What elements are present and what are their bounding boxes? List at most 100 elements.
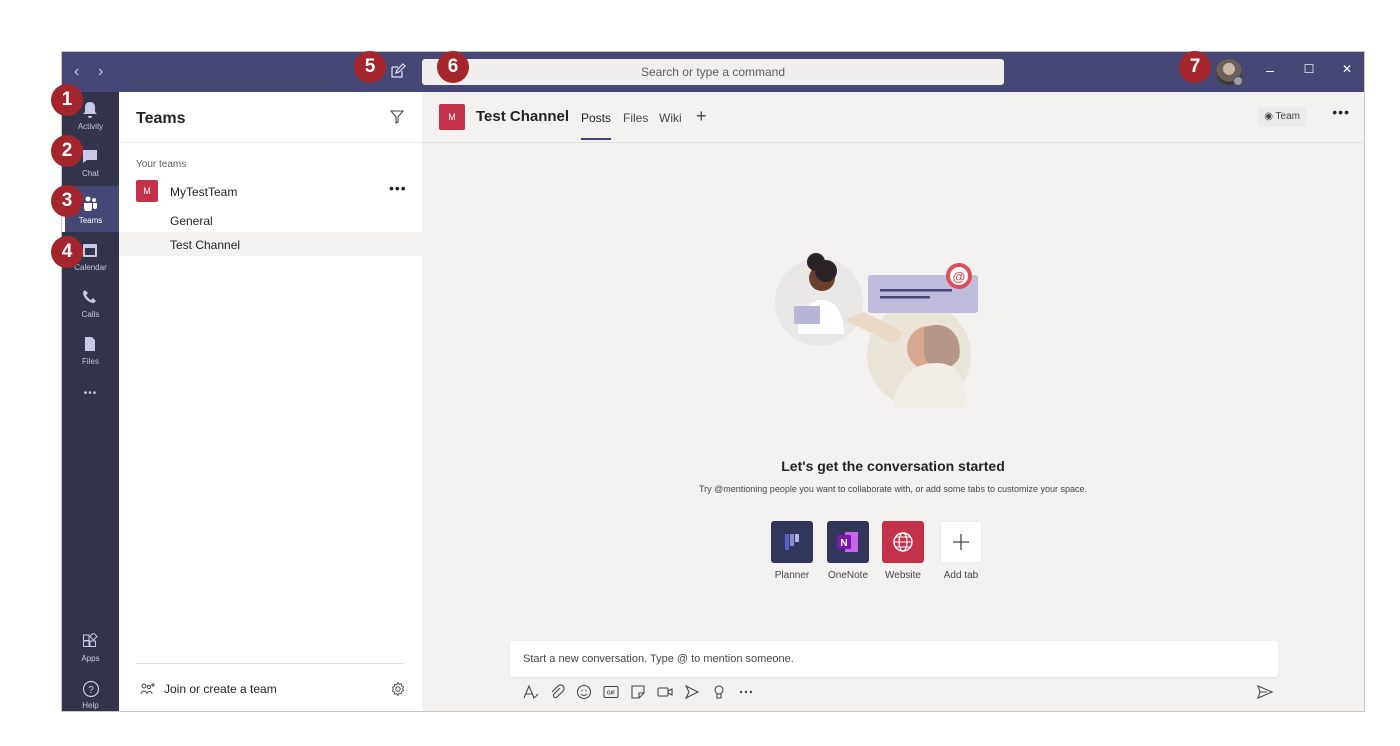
meet-now-icon[interactable] — [656, 683, 674, 701]
compose-icon[interactable] — [390, 63, 406, 79]
minimize-button[interactable]: – — [1260, 62, 1280, 78]
maximize-button[interactable]: ☐ — [1299, 62, 1319, 76]
team-name: MyTestTeam — [170, 185, 238, 199]
apps-icon — [83, 633, 98, 647]
svg-text:GIF: GIF — [607, 691, 615, 697]
callout-badge-1: 1 — [51, 84, 83, 116]
rail-label: Activity — [77, 122, 104, 131]
panel-title: Teams — [136, 110, 186, 127]
add-tab-tile[interactable] — [940, 521, 982, 563]
rail-more-button[interactable]: ••• — [62, 382, 119, 412]
more-icon: ••• — [83, 388, 98, 399]
rail-item-calls[interactable]: Calls — [62, 280, 119, 326]
onenote-icon: N — [837, 532, 858, 552]
team-avatar: M — [136, 180, 158, 202]
rail-label: Teams — [78, 216, 103, 225]
divider — [136, 663, 404, 664]
send-icon[interactable] — [1256, 683, 1274, 701]
search-input[interactable]: Search or type a command — [422, 59, 1004, 85]
tab-wiki[interactable]: Wiki — [659, 111, 682, 125]
channel-avatar: M — [439, 104, 465, 130]
team-more-button[interactable]: ••• — [389, 180, 407, 196]
join-team-icon — [140, 683, 155, 695]
team-item[interactable]: M MyTestTeam ••• — [119, 180, 422, 206]
rail-item-apps[interactable]: Apps — [62, 624, 119, 670]
callout-badge-7: 7 — [1179, 51, 1211, 83]
tab-files[interactable]: Files — [623, 111, 648, 125]
onenote-tile[interactable]: N — [827, 521, 869, 563]
rail-label: Chat — [82, 169, 99, 178]
join-label: Join or create a team — [164, 682, 277, 696]
presence-icon — [1233, 76, 1243, 86]
svg-text:@: @ — [953, 269, 966, 284]
close-button[interactable]: ✕ — [1337, 62, 1357, 76]
divider — [119, 142, 422, 143]
team-visibility-button[interactable]: ◉ Team — [1258, 107, 1306, 127]
rail-label: Files — [82, 357, 99, 366]
rail-item-help[interactable]: ? Help — [62, 671, 119, 711]
file-icon — [85, 337, 95, 351]
add-tab-button[interactable]: + — [696, 106, 707, 127]
plus-icon — [953, 534, 969, 550]
new-conversation-input[interactable]: Start a new conversation. Type @ to ment… — [510, 641, 1278, 677]
app-label: OneNote — [827, 570, 869, 581]
callout-badge-4: 4 — [51, 236, 83, 268]
praise-icon[interactable] — [710, 683, 728, 701]
channel-main: M Test Channel Posts Files Wiki + ◉ Team… — [422, 92, 1364, 711]
phone-icon — [83, 290, 96, 303]
app-label: Planner — [774, 570, 810, 581]
teams-icon — [84, 196, 97, 211]
stream-icon[interactable] — [683, 683, 701, 701]
join-create-team-button[interactable]: Join or create a team — [140, 682, 277, 696]
sticker-icon[interactable] — [629, 683, 647, 701]
rail-label: Help — [82, 701, 99, 710]
rail-label: Calls — [81, 310, 100, 319]
callout-badge-3: 3 — [51, 185, 83, 217]
planner-tile[interactable] — [771, 521, 813, 563]
gear-icon[interactable] — [390, 681, 406, 697]
filter-icon[interactable] — [390, 110, 404, 124]
help-icon: ? — [82, 680, 100, 698]
avatar[interactable] — [1216, 59, 1243, 86]
empty-state-subtitle: Try @mentioning people you want to colla… — [698, 484, 1087, 494]
channel-label: Test Channel — [170, 238, 241, 252]
attach-icon[interactable] — [548, 683, 566, 701]
eye-icon: ◉ — [1264, 111, 1276, 122]
app-label: Add tab — [943, 570, 979, 581]
forward-button[interactable]: › — [98, 63, 103, 81]
calendar-icon — [83, 244, 97, 257]
title-bar: ‹ › Search or type a command – ☐ ✕ — [62, 52, 1364, 92]
empty-state-title: Let's get the conversation started — [781, 458, 1005, 474]
bell-icon — [83, 102, 97, 118]
more-options-icon[interactable] — [737, 683, 755, 701]
channel-item-test-channel[interactable]: Test Channel — [119, 232, 422, 256]
app-label: Website — [885, 570, 921, 581]
format-icon[interactable] — [522, 683, 540, 701]
channel-header: M Test Channel Posts Files Wiki + ◉ Team… — [422, 92, 1364, 143]
svg-text:?: ? — [88, 685, 94, 696]
back-button[interactable]: ‹ — [74, 63, 79, 81]
tab-posts[interactable]: Posts — [581, 111, 612, 140]
planner-icon — [785, 534, 799, 550]
chat-icon — [83, 150, 97, 163]
composer-placeholder: Start a new conversation. Type @ to ment… — [523, 653, 794, 665]
emoji-icon[interactable] — [575, 683, 593, 701]
teams-window: ‹ › Search or type a command – ☐ ✕ Activ… — [61, 51, 1365, 712]
team-pill-label: Team — [1275, 111, 1300, 122]
channel-more-button[interactable]: ••• — [1332, 104, 1350, 120]
rail-label: Apps — [81, 654, 100, 663]
channel-label: General — [170, 214, 213, 228]
channel-item-general[interactable]: General — [119, 208, 422, 232]
globe-icon — [893, 532, 913, 552]
section-label: Your teams — [136, 159, 187, 170]
website-tile[interactable] — [882, 521, 924, 563]
rail-item-files[interactable]: Files — [62, 327, 119, 373]
callout-badge-2: 2 — [51, 135, 83, 167]
svg-text:N: N — [840, 538, 847, 549]
gif-icon[interactable]: GIF — [602, 683, 620, 701]
callout-badge-6: 6 — [437, 51, 469, 83]
channel-title: Test Channel — [476, 108, 570, 125]
callout-badge-5: 5 — [354, 51, 386, 83]
teams-panel: Teams Your teams M MyTestTeam ••• Genera… — [119, 92, 422, 711]
conversation-illustration: @ — [775, 253, 978, 408]
